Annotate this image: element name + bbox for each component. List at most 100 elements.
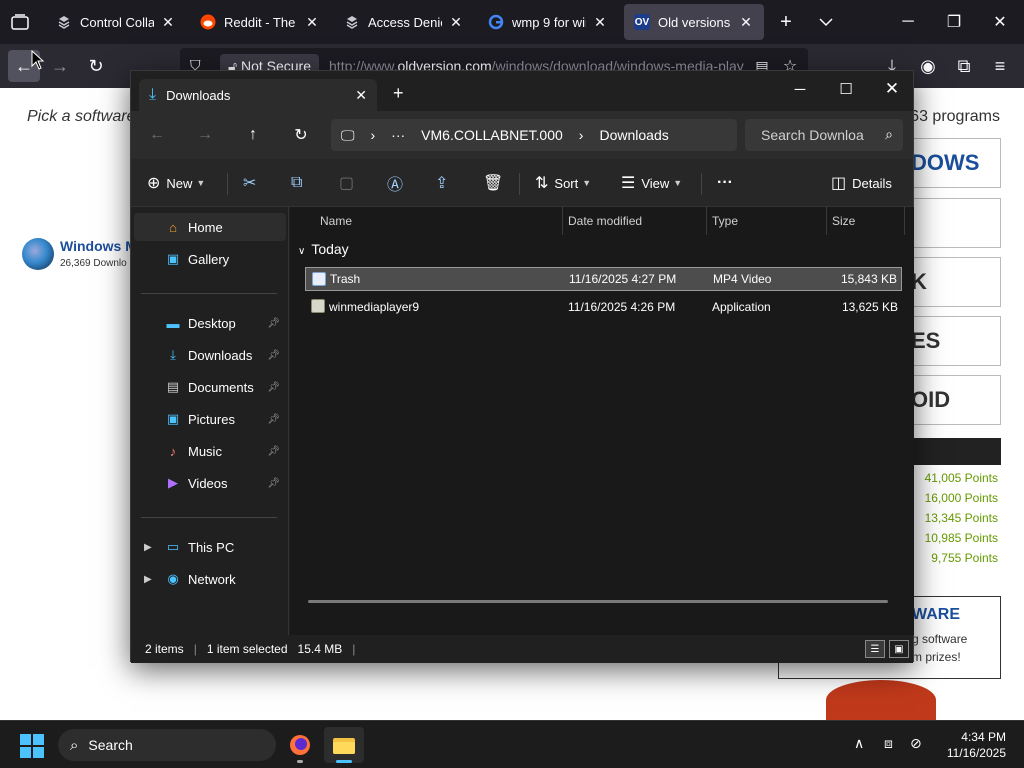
group-header-today[interactable]: ∨ Today <box>298 241 349 257</box>
active-indicator <box>336 760 352 763</box>
close-tab-icon[interactable]: ✕ <box>592 14 608 31</box>
more-options-button[interactable]: ··· <box>717 171 733 195</box>
pin-icon[interactable]: 📌︎ <box>267 446 280 457</box>
explorer-search-input[interactable]: Search Downloa ⌕ <box>745 119 903 151</box>
new-button[interactable]: ⊕ New ▼ <box>147 171 205 195</box>
sidebar-item-pictures[interactable]: ▣ Pictures 📌︎ <box>134 405 286 433</box>
share-button[interactable]: ⇪ <box>435 171 454 195</box>
monitor-icon[interactable]: 🖵︎ <box>341 127 355 144</box>
horizontal-scrollbar[interactable] <box>308 600 888 603</box>
network-volume-icon[interactable]: ⊘ <box>910 735 922 752</box>
view-button[interactable]: ☰ View ▼ <box>621 171 682 195</box>
column-header-type[interactable]: Type <box>702 207 822 235</box>
reload-button[interactable]: ↻ <box>80 50 112 82</box>
chevron-right-icon[interactable]: ▶ <box>144 574 152 585</box>
column-header-size[interactable]: Size <box>822 207 902 235</box>
display-icon[interactable]: ⧈ <box>884 735 893 752</box>
windows-media-player-icon[interactable] <box>22 238 54 270</box>
explorer-new-tab-button[interactable]: + <box>393 83 404 104</box>
paste-button[interactable]: ▢ <box>339 171 360 195</box>
explorer-tab-downloads[interactable]: ⤓ Downloads ✕ <box>139 79 377 111</box>
explorer-up-button[interactable]: ↑ <box>241 123 265 147</box>
category-box[interactable] <box>910 198 1001 248</box>
explorer-minimize-button[interactable]: ─ <box>777 75 823 103</box>
browser-tab-5-active[interactable]: OV Old versions of V ✕ <box>624 4 764 40</box>
sidebar-item-desktop[interactable]: ▬ Desktop 📌︎ <box>134 309 286 337</box>
copy-button[interactable]: ⧉ <box>291 171 308 195</box>
delete-button[interactable]: 🗑︎ <box>483 171 509 195</box>
software-link[interactable]: Windows M <box>60 238 137 254</box>
browser-tab-4[interactable]: wmp 9 for windo ✕ <box>478 4 618 40</box>
details-pane-button[interactable]: ◫ Details <box>831 171 892 195</box>
pin-icon[interactable]: 📌︎ <box>267 350 280 361</box>
taskbar-file-explorer[interactable] <box>324 727 364 763</box>
browser-close-button[interactable]: ✕ <box>984 8 1016 36</box>
taskbar-search[interactable]: ⌕ Search <box>58 729 276 761</box>
list-all-tabs-button[interactable] <box>810 8 842 36</box>
rename-button[interactable]: Ⓐ <box>387 171 409 195</box>
sidebar-item-videos[interactable]: ▶ Videos 📌︎ <box>134 469 286 497</box>
tab-list-button[interactable] <box>6 8 34 36</box>
explorer-maximize-button[interactable]: ☐ <box>823 75 869 103</box>
explorer-refresh-button[interactable]: ↻ <box>289 123 313 147</box>
explorer-forward-button[interactable]: → <box>193 123 217 147</box>
browser-tab-2[interactable]: Reddit - The hea ✕ <box>190 4 330 40</box>
explorer-back-button[interactable]: ← <box>145 123 169 147</box>
sidebar-item-home[interactable]: ⌂ Home <box>134 213 286 241</box>
breadcrumb[interactable]: 🖵︎ › ··· VM6.COLLABNET.000 › Downloads <box>331 119 737 151</box>
pin-icon[interactable]: 📌︎ <box>267 318 280 329</box>
forward-button[interactable]: → <box>44 50 76 82</box>
breadcrumb-more[interactable]: ··· <box>391 127 405 143</box>
menu-button[interactable]: ≡ <box>984 50 1016 82</box>
tab-title: wmp 9 for windo <box>512 14 586 30</box>
category-box-games[interactable]: ES <box>910 316 1001 366</box>
pin-icon[interactable]: 📌︎ <box>267 382 280 393</box>
browser-maximize-button[interactable]: ❐ <box>938 8 970 36</box>
column-header-date[interactable]: Date modified <box>558 207 704 235</box>
column-separator[interactable] <box>904 207 905 235</box>
file-row-winmediaplayer9[interactable]: winmediaplayer9 11/16/2025 4:26 PM Appli… <box>305 295 902 319</box>
browser-tab-3[interactable]: Access Denied ✕ <box>334 4 474 40</box>
close-tab-icon[interactable]: ✕ <box>448 14 464 31</box>
category-box[interactable]: K <box>910 257 1001 307</box>
sidebar-item-this-pc[interactable]: ▶ ▭ This PC <box>134 533 286 561</box>
extensions-button[interactable]: ⧉ <box>948 50 980 82</box>
category-box-android[interactable]: OID <box>910 375 1001 425</box>
close-tab-icon[interactable]: ✕ <box>355 87 367 104</box>
category-box-windows[interactable]: DOWS <box>910 138 1001 188</box>
sidebar-item-documents[interactable]: ▤ Documents 📌︎ <box>134 373 286 401</box>
pin-icon[interactable]: 📌︎ <box>267 478 280 489</box>
tiles-view-button[interactable]: ▣ <box>889 640 909 658</box>
details-view-button[interactable]: ☰ <box>865 640 885 658</box>
chevron-right-icon[interactable]: › <box>579 127 584 143</box>
chevron-right-icon[interactable]: ▶ <box>144 542 152 553</box>
explorer-close-button[interactable]: ✕ <box>869 75 915 103</box>
browser-tab-1[interactable]: Control Collabor ✕ <box>46 4 186 40</box>
sidebar-item-music[interactable]: ♪ Music 📌︎ <box>134 437 286 465</box>
cut-button[interactable]: ✂ <box>243 171 262 195</box>
pin-icon[interactable]: 📌︎ <box>267 414 280 425</box>
start-button[interactable] <box>20 734 44 758</box>
chevron-right-icon[interactable]: › <box>371 127 376 143</box>
clock[interactable]: 4:34 PM 11/16/2025 <box>947 729 1006 761</box>
browser-minimize-button[interactable]: ─ <box>892 8 924 36</box>
breadcrumb-location[interactable]: VM6.COLLABNET.000 <box>421 127 563 143</box>
new-tab-button[interactable]: + <box>770 8 802 36</box>
sidebar-item-downloads[interactable]: ⤓ Downloads 📌︎ <box>134 341 286 369</box>
sidebar-item-network[interactable]: ▶ ◉ Network <box>134 565 286 593</box>
close-tab-icon[interactable]: ✕ <box>738 14 754 31</box>
explorer-title-bar[interactable]: ⤓ Downloads ✕ + ─ ☐ ✕ <box>131 71 913 111</box>
sort-button[interactable]: ⇅ Sort ▼ <box>535 171 591 195</box>
taskbar-firefox[interactable] <box>280 727 320 763</box>
sidebar-item-label: Pictures <box>188 411 235 427</box>
group-label: Today <box>311 241 349 257</box>
close-tab-icon[interactable]: ✕ <box>304 14 320 31</box>
breadcrumb-folder[interactable]: Downloads <box>599 127 668 143</box>
account-button[interactable]: ◉ <box>912 50 944 82</box>
show-hidden-icons-button[interactable]: ∧ <box>854 735 864 752</box>
sidebar-item-gallery[interactable]: ▣ Gallery <box>134 245 286 273</box>
column-header-name[interactable]: Name <box>310 207 560 235</box>
close-tab-icon[interactable]: ✕ <box>160 14 176 31</box>
file-row-trash[interactable]: Trash 11/16/2025 4:27 PM MP4 Video 15,84… <box>305 267 902 291</box>
sidebar-item-label: Gallery <box>188 251 230 267</box>
